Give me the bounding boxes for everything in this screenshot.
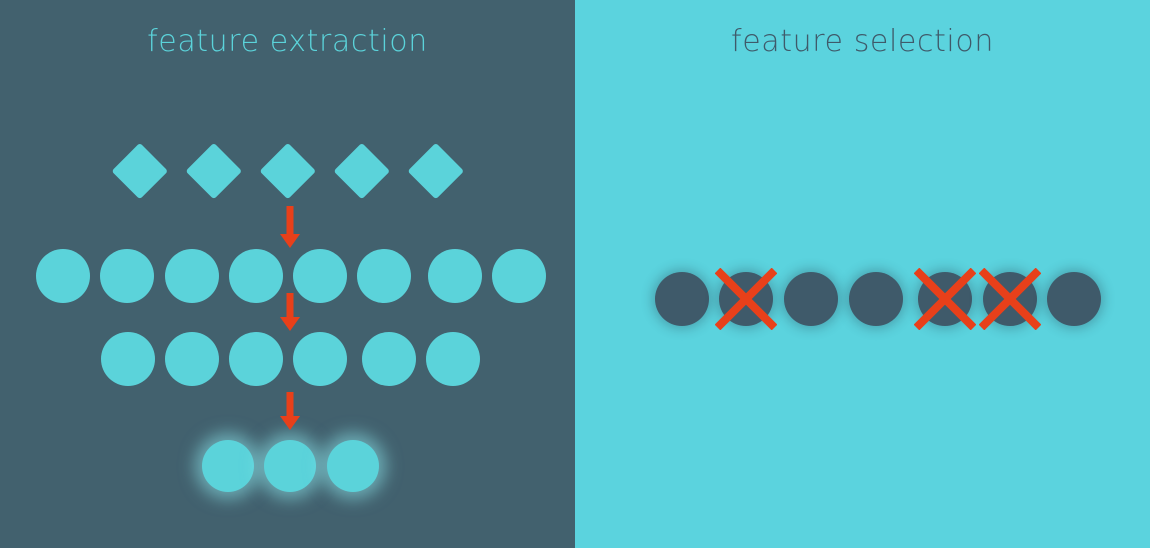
feature-diamond[interactable]	[333, 142, 390, 199]
feature-diamond[interactable]	[259, 142, 316, 199]
feature-circle-row1[interactable]	[229, 249, 283, 303]
feature-circle-row1[interactable]	[428, 249, 482, 303]
feature-diamond[interactable]	[407, 142, 464, 199]
feature-circle-row1[interactable]	[357, 249, 411, 303]
selected-feature-circle[interactable]	[849, 272, 903, 326]
feature-circle-row1[interactable]	[492, 249, 546, 303]
selected-feature-circle[interactable]	[1047, 272, 1101, 326]
feature-circle-row1[interactable]	[100, 249, 154, 303]
feature-circle-row2[interactable]	[293, 332, 347, 386]
selected-feature-circle[interactable]	[784, 272, 838, 326]
downward-arrow-icon	[277, 293, 303, 331]
rejected-feature-circle[interactable]	[918, 272, 972, 326]
panel-title-feature-selection: feature selection	[731, 24, 994, 59]
left-shape-layer	[0, 0, 575, 548]
panel-title-feature-extraction: feature extraction	[147, 24, 428, 59]
feature-circle-row2[interactable]	[362, 332, 416, 386]
feature-circle-row2[interactable]	[229, 332, 283, 386]
feature-circle-row1[interactable]	[36, 249, 90, 303]
extracted-feature-circle[interactable]	[264, 440, 316, 492]
feature-circle-row1[interactable]	[293, 249, 347, 303]
feature-circle-row2[interactable]	[101, 332, 155, 386]
selected-feature-circle[interactable]	[655, 272, 709, 326]
downward-arrow-icon	[277, 392, 303, 430]
right-shape-layer	[575, 0, 1150, 548]
rejected-feature-circle[interactable]	[719, 272, 773, 326]
feature-diamond[interactable]	[111, 142, 168, 199]
extracted-feature-circle[interactable]	[327, 440, 379, 492]
rejected-feature-circle[interactable]	[983, 272, 1037, 326]
downward-arrow-icon	[277, 206, 303, 248]
panel-feature-selection: feature selection	[575, 0, 1150, 548]
feature-diamond[interactable]	[185, 142, 242, 199]
reject-x-icon[interactable]	[715, 268, 777, 330]
feature-circle-row2[interactable]	[426, 332, 480, 386]
extracted-feature-circle[interactable]	[202, 440, 254, 492]
reject-x-icon[interactable]	[979, 268, 1041, 330]
diagram-canvas: feature extraction feature selection	[0, 0, 1150, 548]
panel-feature-extraction: feature extraction	[0, 0, 575, 548]
feature-circle-row1[interactable]	[165, 249, 219, 303]
feature-circle-row2[interactable]	[165, 332, 219, 386]
reject-x-icon[interactable]	[914, 268, 976, 330]
